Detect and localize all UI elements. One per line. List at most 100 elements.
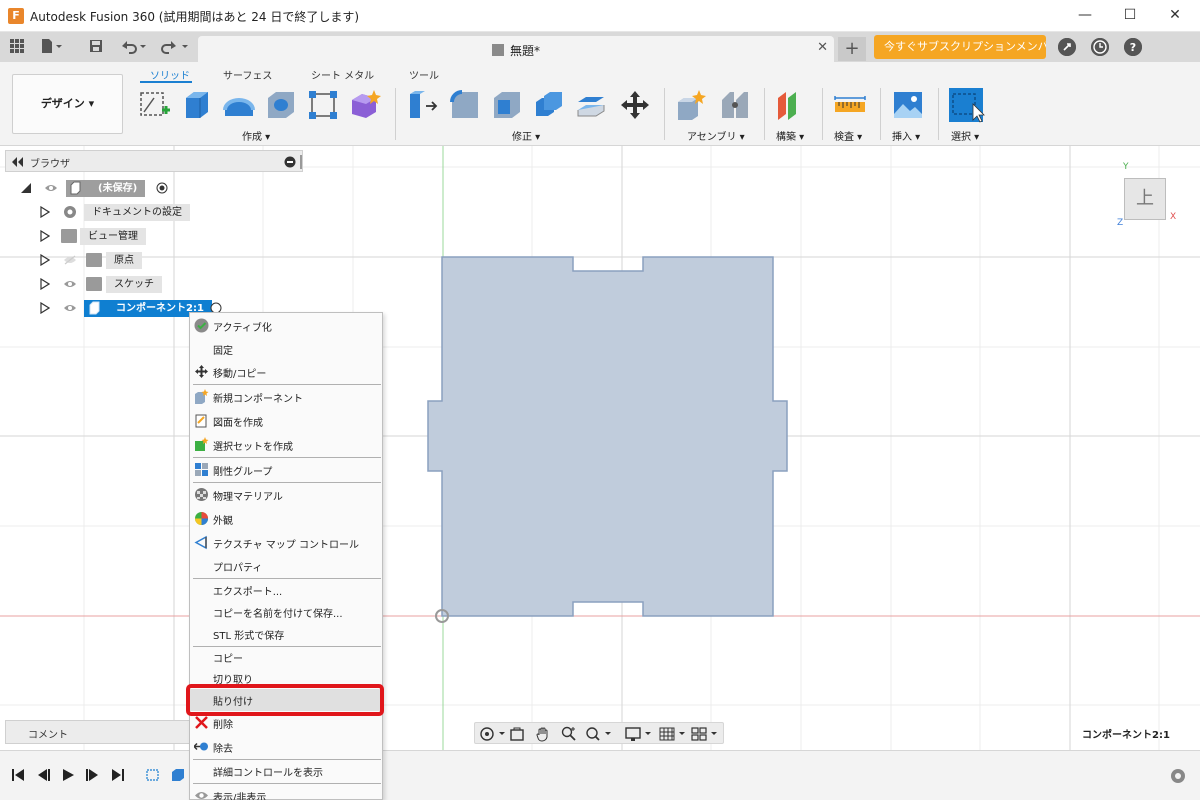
ribbon-separator xyxy=(938,88,939,140)
collapsed-triangle-icon xyxy=(40,230,50,242)
close-window-button[interactable]: ✕ xyxy=(1160,4,1190,26)
menu-item-save-copy-as[interactable]: コピーを名前を付けて保存... xyxy=(190,601,382,623)
create-group-label[interactable]: 作成 ▾ xyxy=(242,128,270,143)
menu-item-new-component[interactable]: 新規コンポーネント xyxy=(190,386,382,408)
tree-item-named-views[interactable]: ビュー管理 xyxy=(0,225,300,247)
tab-tools[interactable]: ツール xyxy=(409,67,439,82)
step-forward-icon[interactable] xyxy=(85,767,101,783)
press-pull-icon[interactable] xyxy=(406,88,440,122)
tree-item-sketches[interactable]: スケッチ xyxy=(0,273,300,295)
tree-item-document-settings[interactable]: ドキュメントの設定 xyxy=(0,201,300,223)
menu-item-properties[interactable]: プロパティ xyxy=(190,555,382,577)
timeline-extrude-feature-icon[interactable] xyxy=(170,767,186,783)
create-form-icon[interactable] xyxy=(348,88,382,122)
menu-item-copy[interactable]: コピー xyxy=(190,646,382,668)
combine-icon[interactable] xyxy=(532,88,566,122)
minimize-panel-icon xyxy=(284,156,296,168)
collapse-arrows-icon xyxy=(12,157,23,167)
menu-item-show-detail-controls[interactable]: 詳細コントロールを表示 xyxy=(190,760,382,782)
look-at-icon[interactable] xyxy=(509,726,525,742)
inspect-group-label[interactable]: 検査 ▾ xyxy=(834,128,862,143)
menu-item-appearance[interactable]: 外観 xyxy=(190,508,382,530)
browser-panel-header[interactable]: ブラウザ xyxy=(5,150,303,172)
clock-icon[interactable] xyxy=(1091,38,1109,56)
insert-group-label[interactable]: 挿入 ▾ xyxy=(892,128,920,143)
grid-settings-icon[interactable] xyxy=(659,726,687,742)
document-tab[interactable]: 無題* ✕ xyxy=(198,36,834,62)
menu-item-save-as-stl[interactable]: STL 形式で保存 xyxy=(190,623,382,645)
menu-item-export[interactable]: エクスポート... xyxy=(190,579,382,601)
redo-icon[interactable] xyxy=(160,38,190,56)
data-panel-grid-icon[interactable] xyxy=(8,38,26,56)
axis-z-label: Z xyxy=(1117,218,1124,228)
revolve-icon[interactable] xyxy=(222,88,256,122)
new-tab-button[interactable]: + xyxy=(838,37,866,61)
menu-item-remove[interactable]: 除去 xyxy=(190,736,382,758)
panel-pin-icon[interactable] xyxy=(300,155,302,169)
collapsed-triangle-icon xyxy=(40,254,50,266)
measure-icon[interactable] xyxy=(833,88,867,122)
go-to-end-icon[interactable] xyxy=(110,767,126,783)
comments-panel[interactable]: コメント xyxy=(5,720,205,744)
menu-item-rigid-group[interactable]: 剛性グループ xyxy=(190,459,382,481)
joint-icon[interactable] xyxy=(718,88,752,122)
tab-surface[interactable]: サーフェス xyxy=(223,67,272,82)
ribbon-separator xyxy=(822,88,823,140)
viewports-icon[interactable] xyxy=(691,726,719,742)
new-component-icon[interactable] xyxy=(674,88,708,122)
file-menu-icon[interactable] xyxy=(40,38,62,56)
close-tab-icon[interactable]: ✕ xyxy=(817,40,828,55)
timeline-sketch-feature-icon[interactable] xyxy=(146,767,162,783)
insert-image-icon[interactable] xyxy=(891,88,925,122)
go-to-start-icon[interactable] xyxy=(10,767,26,783)
tree-item-origin[interactable]: 原点 xyxy=(0,249,300,271)
offset-plane-icon[interactable] xyxy=(774,88,808,122)
extrude-icon[interactable] xyxy=(180,88,214,122)
context-menu: アクティブ化 固定 移動/コピー 新規コンポーネント 図面を作成 選択セットを作… xyxy=(189,312,383,800)
step-back-icon[interactable] xyxy=(35,767,51,783)
tab-solid[interactable]: ソリッド xyxy=(150,67,190,82)
menu-item-physical-material[interactable]: 物理マテリアル xyxy=(190,484,382,506)
fillet-icon[interactable] xyxy=(448,88,482,122)
zoom-icon[interactable] xyxy=(561,726,577,742)
menu-item-ground[interactable]: 固定 xyxy=(190,338,382,360)
help-icon[interactable]: ? xyxy=(1124,38,1142,56)
new-component-icon xyxy=(195,389,209,404)
orbit-icon[interactable] xyxy=(479,726,505,742)
undo-icon[interactable] xyxy=(118,38,148,56)
display-settings-icon[interactable] xyxy=(625,726,653,742)
tab-sheet-metal[interactable]: シート メタル xyxy=(311,67,374,82)
menu-item-move-copy[interactable]: 移動/コピー xyxy=(190,361,382,383)
pan-hand-icon[interactable] xyxy=(535,726,551,742)
offset-face-icon[interactable] xyxy=(574,88,608,122)
play-icon[interactable] xyxy=(60,767,76,783)
rectangular-pattern-icon[interactable] xyxy=(306,88,340,122)
create-sketch-icon[interactable] xyxy=(138,88,172,122)
viewcube[interactable]: 上 xyxy=(1124,178,1166,220)
construct-group-label[interactable]: 構築 ▾ xyxy=(776,128,804,143)
assemble-group-label[interactable]: アセンブリ ▾ xyxy=(687,128,745,143)
timeline-settings-gear-icon[interactable] xyxy=(1169,767,1187,785)
select-group-label[interactable]: 選択 ▾ xyxy=(951,128,979,143)
menu-item-show-hide[interactable]: 表示/非表示 xyxy=(190,785,382,800)
minimize-button[interactable]: — xyxy=(1070,4,1100,26)
menu-item-create-drawing[interactable]: 図面を作成 xyxy=(190,410,382,432)
menu-item-activate[interactable]: アクティブ化 xyxy=(190,315,382,337)
document-tab-title: 無題* xyxy=(509,44,540,58)
menu-separator xyxy=(193,482,381,483)
maximize-button[interactable]: ☐ xyxy=(1115,4,1145,26)
shell-icon[interactable] xyxy=(490,88,524,122)
tree-root[interactable]: (未保存) xyxy=(0,177,300,199)
subscribe-button[interactable]: 今すぐサブスクリプションメンバーに... xyxy=(874,35,1046,59)
save-icon[interactable] xyxy=(87,38,105,56)
menu-item-create-selection-set[interactable]: 選択セットを作成 xyxy=(190,434,382,456)
modify-group-label[interactable]: 修正 ▾ xyxy=(512,128,540,143)
drawing-icon xyxy=(195,414,207,428)
workspace-switcher[interactable]: デザイン ▾ xyxy=(12,74,123,134)
hole-icon[interactable] xyxy=(264,88,298,122)
menu-item-texture-map-controls[interactable]: テクスチャ マップ コントロール xyxy=(190,532,382,554)
fit-zoom-icon[interactable] xyxy=(585,726,613,742)
move-copy-icon[interactable] xyxy=(618,88,652,122)
job-status-icon[interactable] xyxy=(1058,38,1076,56)
select-icon[interactable] xyxy=(949,88,985,123)
